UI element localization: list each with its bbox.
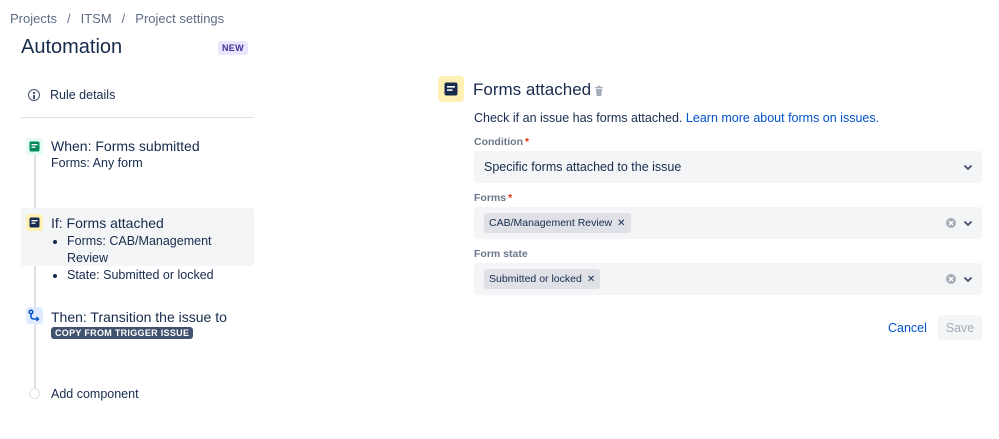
- condition-label-text: Condition: [474, 136, 523, 148]
- required-marker: *: [508, 192, 513, 204]
- selected-form-tag-label: CAB/Management Review: [489, 217, 613, 229]
- page-title: Automation: [21, 36, 123, 58]
- breadcrumb: Projects / ITSM / Project settings: [10, 11, 224, 26]
- cancel-button[interactable]: Cancel: [880, 315, 935, 340]
- chevron-down-icon[interactable]: [963, 218, 973, 228]
- breadcrumb-projects[interactable]: Projects: [10, 11, 57, 26]
- form-icon: [438, 76, 464, 102]
- trigger-step-title: When: Forms submitted: [51, 138, 200, 154]
- condition-step-details: Forms: CAB/Management Review State: Subm…: [67, 233, 254, 284]
- selected-state-tag: Submitted or locked ✕: [484, 269, 601, 289]
- forms-label-text: Forms: [474, 192, 507, 204]
- breadcrumb-separator: /: [66, 11, 71, 26]
- timeline-connector: [34, 150, 36, 390]
- condition-step[interactable]: If: Forms attached Forms: CAB/Management…: [21, 208, 254, 282]
- panel-title: Forms attached: [473, 80, 592, 99]
- clear-selection-icon[interactable]: [946, 274, 956, 284]
- sidebar-divider: [21, 117, 254, 118]
- trigger-step[interactable]: When: Forms submitted Forms: Any form: [21, 136, 254, 176]
- new-badge: NEW: [218, 41, 248, 55]
- chevron-down-icon[interactable]: [963, 274, 973, 284]
- condition-detail-forms: Forms: CAB/Management Review: [67, 233, 254, 267]
- trigger-step-detail: Forms: Any form: [51, 156, 143, 170]
- description-text: Check if an issue has forms attached.: [474, 111, 683, 125]
- form-icon: [26, 214, 43, 231]
- action-step-title: Then: Transition the issue to: [51, 309, 227, 325]
- forms-multiselect[interactable]: CAB/Management Review ✕: [474, 207, 982, 239]
- chevron-down-icon: [963, 164, 973, 171]
- breadcrumb-itsm[interactable]: ITSM: [81, 11, 112, 26]
- breadcrumb-separator: /: [121, 11, 126, 26]
- learn-more-link[interactable]: Learn more about forms on issues.: [686, 111, 879, 125]
- condition-detail-state: State: Submitted or locked: [67, 267, 254, 284]
- remove-tag-icon[interactable]: ✕: [587, 274, 595, 285]
- add-component-label: Add component: [51, 387, 139, 401]
- add-component-dot-icon: [29, 388, 40, 399]
- required-marker: *: [524, 136, 530, 148]
- form-icon: [26, 138, 43, 155]
- form-state-multiselect[interactable]: Submitted or locked ✕: [474, 263, 982, 295]
- condition-step-title: If: Forms attached: [51, 215, 164, 231]
- copy-from-trigger-lozenge: COPY FROM TRIGGER ISSUE: [51, 327, 194, 339]
- action-step[interactable]: Then: Transition the issue to COPY FROM …: [21, 306, 254, 346]
- rule-details-item[interactable]: Rule details: [28, 88, 115, 102]
- remove-tag-icon[interactable]: ✕: [617, 218, 625, 229]
- selected-state-tag-label: Submitted or locked: [489, 273, 582, 285]
- save-button[interactable]: Save: [938, 315, 982, 340]
- trash-icon[interactable]: [593, 84, 605, 96]
- forms-label: Forms *: [474, 192, 512, 204]
- form-state-label: Form state: [474, 248, 528, 260]
- selected-form-tag: CAB/Management Review ✕: [484, 213, 631, 233]
- transition-icon: [26, 307, 43, 324]
- clear-selection-icon[interactable]: [946, 218, 956, 228]
- panel-description: Check if an issue has forms attached. Le…: [474, 111, 879, 125]
- condition-label: Condition *: [474, 136, 529, 148]
- breadcrumb-project-settings[interactable]: Project settings: [135, 11, 224, 26]
- condition-select[interactable]: Specific forms attached to the issue: [474, 151, 982, 183]
- info-icon: [28, 89, 40, 101]
- condition-select-value: Specific forms attached to the issue: [484, 160, 682, 174]
- rule-details-label: Rule details: [50, 88, 116, 102]
